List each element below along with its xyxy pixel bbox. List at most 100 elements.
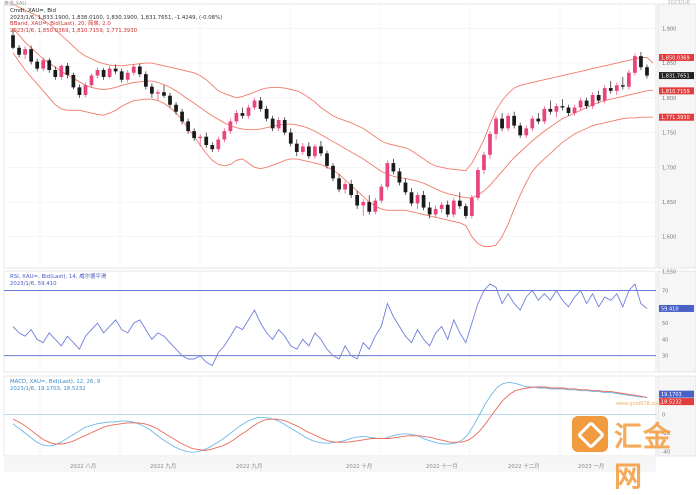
- price-axis-label: 1,550: [662, 269, 676, 275]
- candle-body: [174, 104, 178, 112]
- price-axis-label: 1,900: [662, 26, 676, 32]
- x-axis-label: 2023 一月: [578, 463, 604, 470]
- price-axis-label: 1,700: [662, 165, 676, 171]
- candle-body: [614, 85, 619, 91]
- candle-body: [633, 56, 637, 73]
- candle-body: [512, 115, 517, 126]
- x-axis-label: 2022 八月: [70, 463, 96, 470]
- candle-body: [300, 146, 305, 152]
- candle-body: [47, 60, 52, 70]
- candle-body: [391, 163, 396, 172]
- rsi-axis-label: 50: [662, 321, 668, 327]
- candle-body: [421, 195, 426, 208]
- bband-legend[interactable]: BBand, XAU=, Bid(Last), 20, 简单, 2.0: [10, 21, 111, 27]
- candle-body: [210, 145, 215, 150]
- candle-body: [524, 128, 529, 136]
- candle-body: [445, 204, 450, 215]
- x-axis-label: 2022 九月: [236, 462, 262, 470]
- rsi-legend[interactable]: RSI, XAU=, Bid(Last), 14, 威尔德平滑: [10, 274, 106, 280]
- candle-body: [204, 136, 209, 146]
- candle-body: [192, 131, 197, 139]
- candle-body: [590, 95, 595, 107]
- candle-body: [216, 139, 221, 150]
- candle-body: [596, 95, 601, 101]
- candle-body: [143, 74, 148, 87]
- candle-body: [494, 118, 498, 134]
- candle-body: [276, 120, 281, 129]
- bband-values-legend: 2023/1/6, 1,850.0369, 1,810.7159, 1,771.…: [10, 27, 138, 34]
- candle-body: [288, 132, 293, 144]
- candle-body: [488, 133, 492, 155]
- candle-body: [325, 153, 329, 166]
- watermark-text: 汇金网: [614, 420, 673, 493]
- candle-body: [29, 49, 34, 62]
- price-axis-label: 1,600: [662, 235, 676, 241]
- price-axis-label: 1,800: [662, 96, 676, 102]
- candle-body: [53, 70, 58, 77]
- rsi-axis-label: 40: [662, 337, 668, 343]
- candle-body: [578, 100, 583, 108]
- price-axis-label: 1,650: [662, 200, 676, 206]
- x-axis-label: 2022 九月: [150, 462, 176, 470]
- candle-body: [506, 115, 510, 129]
- candle-body: [361, 202, 366, 206]
- candle-body: [451, 200, 456, 215]
- price-panel-frame: [3, 3, 657, 269]
- candle-body: [156, 92, 160, 94]
- macd-value-legend: 2023/1/6, 19.1703, 18.5232: [10, 385, 86, 392]
- candle-body: [294, 143, 299, 152]
- candle-body: [530, 118, 535, 129]
- price-tag: 1,771.3930: [661, 115, 690, 121]
- candle-body: [355, 195, 360, 206]
- candle-body: [482, 154, 486, 171]
- candle-body: [113, 68, 118, 72]
- candle-body: [162, 92, 166, 96]
- candle-body: [403, 182, 408, 193]
- rsi-axis-label: 30: [662, 354, 668, 360]
- chart-canvas: 1,900 1,850 1,800 1,750 1,700 1,650 1,600 1,550…: [3, 3, 696, 472]
- price-axis-label: 1,750: [662, 131, 676, 137]
- candle-body: [349, 183, 354, 196]
- candle-body: [71, 74, 76, 88]
- candle-body: [234, 113, 239, 122]
- candle-body: [119, 71, 124, 80]
- candle-body: [228, 121, 233, 132]
- candle-body: [95, 70, 100, 76]
- candle-body: [476, 170, 480, 198]
- candle-body: [11, 35, 15, 48]
- candle-body: [41, 60, 46, 69]
- candle-body: [59, 65, 64, 77]
- candle-body: [367, 202, 372, 212]
- candle-body: [168, 95, 172, 105]
- candle-body: [331, 165, 335, 179]
- watermark-logo-icon: [572, 416, 608, 452]
- candle-body: [409, 192, 414, 204]
- rsi-axis-label: 70: [662, 289, 668, 295]
- macd-tag: 19.1703: [661, 392, 682, 398]
- watermark-url: www.gold678.com: [616, 401, 663, 407]
- candle-body: [439, 204, 444, 209]
- x-axis-strip: [4, 457, 656, 472]
- candle-body: [463, 206, 468, 216]
- candle-body: [252, 100, 257, 108]
- candle-body: [427, 207, 432, 215]
- candle-body: [125, 72, 130, 80]
- candle-body: [560, 106, 565, 108]
- candle-body: [83, 85, 88, 96]
- candle-body: [397, 171, 402, 183]
- candle-body: [282, 120, 287, 133]
- candle-body: [101, 70, 106, 77]
- candle-body: [385, 163, 390, 187]
- candle-body: [457, 200, 462, 207]
- window-header-left: 黄金 XAU: [4, 1, 27, 7]
- candle-body: [246, 107, 251, 116]
- candle-body: [150, 86, 154, 94]
- macd-legend[interactable]: MACD, XAU=, Bid(Last), 12, 26, 9: [10, 379, 100, 385]
- candle-body: [270, 118, 275, 129]
- candle-body: [313, 146, 317, 157]
- candle-body: [433, 208, 438, 215]
- candle-body: [222, 131, 227, 140]
- candle-body: [639, 56, 643, 68]
- price-symbol-legend[interactable]: Cmdt, XAU=, Bid: [10, 8, 56, 14]
- price-ohlc-legend: 2023/1/6, 1,833.1900, 1,838.0100, 1,830.…: [10, 14, 223, 21]
